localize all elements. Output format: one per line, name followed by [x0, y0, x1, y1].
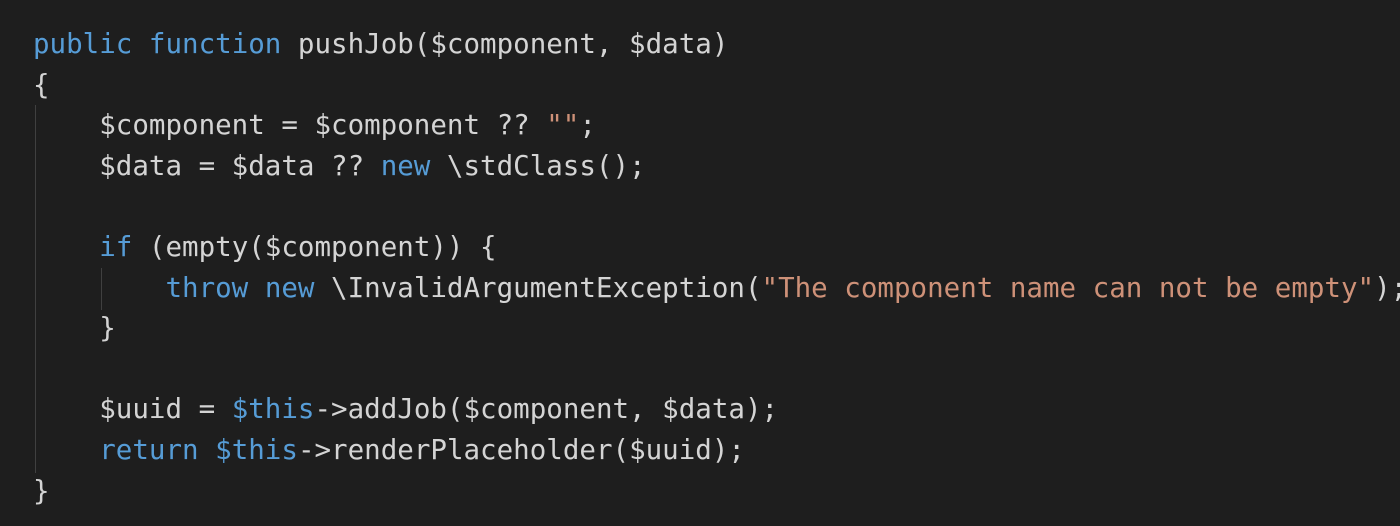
code-line: public function pushJob($component, $dat… [33, 24, 1400, 65]
code-token: ->addJob($component, $data); [314, 393, 779, 426]
code-line: return $this->renderPlaceholder($uuid); [33, 430, 1400, 471]
code-token: pushJob($component, $data) [281, 28, 729, 60]
code-token: ; [579, 109, 596, 142]
keyword-token: return [99, 433, 199, 466]
code-token: ->renderPlaceholder($uuid); [297, 433, 745, 466]
code-line: $data = $data ?? new \stdClass(); [33, 146, 1400, 187]
code-line: } [33, 308, 1400, 349]
keyword-token: $this [215, 433, 298, 466]
code-editor[interactable]: public function pushJob($component, $dat… [0, 0, 1400, 526]
string-token: "The component name can not be empty" [761, 271, 1375, 304]
string-token: "" [546, 109, 580, 142]
code-token: \stdClass(); [430, 149, 646, 182]
keyword-token: $this [231, 393, 315, 426]
code-line: $component = $component ?? ""; [33, 105, 1400, 146]
code-token: $data = $data ?? [33, 149, 381, 182]
code-token: } [33, 312, 116, 345]
code-token: $uuid = [33, 393, 232, 426]
code-token: (empty($component)) { [132, 230, 497, 263]
code-token: { [33, 68, 50, 101]
code-token: } [33, 474, 50, 507]
code-token: \InvalidArgumentException( [314, 271, 762, 304]
code-line: { [33, 65, 1400, 106]
code-line: if (empty($component)) { [33, 227, 1400, 268]
code-line: } [33, 471, 1400, 512]
code-token: $component = $component ?? [33, 109, 547, 142]
code-block[interactable]: public function pushJob($component, $dat… [33, 24, 1400, 511]
keyword-token: new [380, 149, 431, 182]
code-line: $uuid = $this->addJob($component, $data)… [33, 389, 1400, 430]
keyword-token: new [264, 271, 315, 304]
keyword-token: throw [165, 271, 249, 304]
keyword-token: public [33, 28, 133, 60]
code-line: throw new \InvalidArgumentException("The… [33, 268, 1400, 309]
keyword-token: if [99, 230, 133, 263]
code-token: ); [1374, 271, 1400, 304]
keyword-token: function [148, 28, 282, 60]
